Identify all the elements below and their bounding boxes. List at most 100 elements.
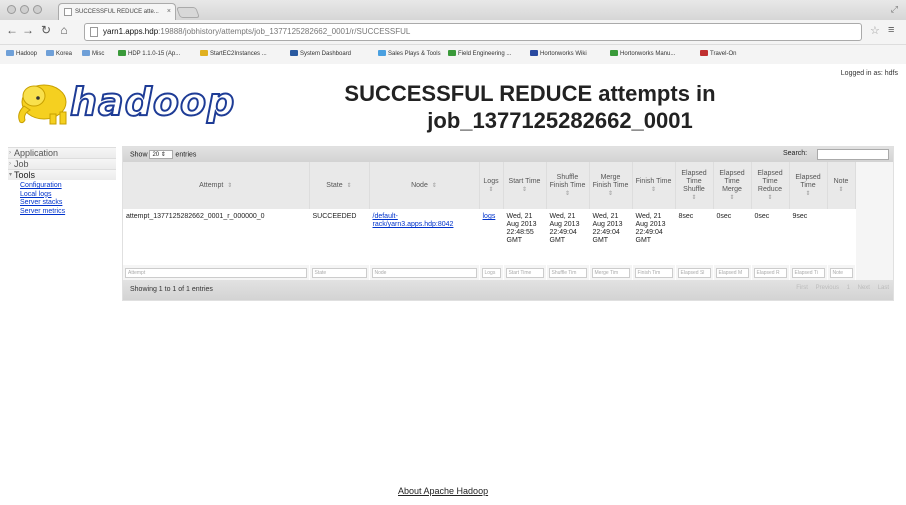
column-filter-input[interactable]: Logs <box>481 268 501 278</box>
column-filter-input[interactable]: Shuffle Tim <box>548 268 587 278</box>
forward-arrow-icon[interactable]: → <box>22 23 34 37</box>
filter-cell: Logs <box>479 265 504 281</box>
bookmark-folder-icon <box>118 50 126 56</box>
about-hadoop-link[interactable]: About Apache Hadoop <box>398 486 488 496</box>
column-header[interactable]: Note ⇕ <box>827 162 856 209</box>
new-tab-button[interactable] <box>175 7 201 18</box>
sort-icon: ⇕ <box>431 182 437 189</box>
pager-page-1[interactable]: 1 <box>847 285 850 291</box>
column-header[interactable]: Shuffle Finish Time ⇕ <box>546 162 590 209</box>
cell-start-time: Wed, 21 Aug 2013 22:48:55 GMT <box>503 209 547 265</box>
hadoop-logo[interactable]: hadoop <box>10 78 242 128</box>
bookmark-folder-icon <box>290 50 298 56</box>
bookmark-item[interactable]: HDP 1.1.0-15 (Ap... <box>118 50 180 57</box>
browser-tab[interactable]: SUCCESSFUL REDUCE atte... × <box>58 3 176 20</box>
column-filter-input[interactable]: Start Time <box>505 268 544 278</box>
filter-cell: State <box>309 265 370 281</box>
bookmark-item[interactable]: Travel-On <box>700 50 736 57</box>
column-header[interactable]: State ⇕ <box>309 162 370 209</box>
node-link[interactable]: /default-rack/yarn3.apps.hdp:8042 <box>373 213 454 228</box>
pager-last[interactable]: Last <box>878 285 889 291</box>
bookmark-label: Hortonworks Wiki <box>540 51 587 57</box>
column-filter-input[interactable]: Note <box>829 268 853 278</box>
column-header[interactable]: Elapsed Time Shuffle ⇕ <box>675 162 714 209</box>
bookmark-folder-icon <box>610 50 618 56</box>
bookmark-item[interactable]: Sales Plays & Tools <box>378 50 441 57</box>
zoom-window-button[interactable] <box>33 5 42 14</box>
bookmark-item[interactable]: StartEC2Instances ... <box>200 50 267 57</box>
sort-icon: ⇕ <box>607 190 614 197</box>
home-icon[interactable]: ⌂ <box>58 23 70 37</box>
column-header[interactable]: Attempt ⇕ <box>123 162 310 209</box>
reload-icon[interactable]: ↻ <box>40 23 52 37</box>
column-header[interactable]: Elapsed Time Reduce ⇕ <box>751 162 790 209</box>
sort-icon: ⇕ <box>346 182 352 189</box>
back-arrow-icon[interactable]: ← <box>6 23 18 37</box>
bookmark-item[interactable]: Korea <box>46 50 72 57</box>
sidebar-item-application[interactable]: › Application <box>8 147 116 158</box>
pager-next[interactable]: Next <box>858 285 870 291</box>
bookmark-item[interactable]: Hortonworks Manu... <box>610 50 675 57</box>
column-header[interactable]: Finish Time ⇕ <box>632 162 676 209</box>
bookmark-item[interactable]: Hadoop <box>6 50 37 57</box>
filter-row: Attempt State Node Logs Start Time Shuffle Ti… <box>123 265 856 281</box>
search-label: Search: <box>783 150 808 157</box>
column-header[interactable]: Logs ⇕ <box>479 162 504 209</box>
page-favicon-icon <box>64 8 72 16</box>
bookmark-item[interactable]: Misc <box>82 50 104 57</box>
table-info: Showing 1 to 1 of 1 entries <box>130 286 213 293</box>
link-configuration[interactable]: Configuration <box>20 182 116 191</box>
page-title: SUCCESSFUL REDUCE attempts in job_137712… <box>300 80 760 134</box>
bookmark-star-icon[interactable]: ☆ <box>870 24 880 37</box>
column-filter-input[interactable]: Elapsed Sl <box>677 268 711 278</box>
column-filter-input[interactable]: State <box>311 268 367 278</box>
column-filter-input[interactable]: Elapsed Ti <box>791 268 825 278</box>
tab-close-icon[interactable]: × <box>167 4 171 20</box>
sidebar-item-job[interactable]: › Job <box>8 158 116 169</box>
column-header[interactable]: Merge Finish Time ⇕ <box>589 162 633 209</box>
bookmark-folder-icon <box>448 50 456 56</box>
pager-first[interactable]: First <box>796 285 808 291</box>
address-bar[interactable]: yarn1.apps.hdp:19888/jobhistory/attempts… <box>84 23 862 41</box>
cell-elapsed-merge: 0sec <box>713 209 752 265</box>
column-filter-input[interactable]: Finish Tim <box>634 268 673 278</box>
filter-cell: Attempt <box>123 265 310 281</box>
page-length-select[interactable]: 20 ⇕ <box>149 150 174 159</box>
link-server-stacks[interactable]: Server stacks <box>20 199 116 208</box>
search-input[interactable] <box>817 149 889 160</box>
bookmark-label: System Dashboard <box>300 51 352 57</box>
logs-link[interactable]: logs <box>483 213 496 220</box>
tools-links: Configuration Local logs Server stacks S… <box>8 180 116 216</box>
filter-cell: Shuffle Tim <box>546 265 590 281</box>
close-window-button[interactable] <box>7 5 16 14</box>
column-header[interactable]: Node ⇕ <box>369 162 480 209</box>
link-server-metrics[interactable]: Server metrics <box>20 208 116 217</box>
bookmark-folder-icon <box>530 50 538 56</box>
bookmark-label: Korea <box>56 51 73 57</box>
menu-icon[interactable]: ≡ <box>888 24 894 36</box>
column-header[interactable]: Elapsed Time Merge ⇕ <box>713 162 752 209</box>
column-filter-input[interactable]: Elapsed M <box>715 268 749 278</box>
bookmark-item[interactable]: Field Engineering ... <box>448 50 511 57</box>
bookmark-item[interactable]: Hortonworks Wiki <box>530 50 587 57</box>
column-filter-input[interactable]: Merge Tim <box>591 268 630 278</box>
pager-previous[interactable]: Previous <box>816 285 839 291</box>
column-header[interactable]: Elapsed Time ⇕ <box>789 162 828 209</box>
sidebar-item-label: Tools <box>14 170 36 180</box>
column-filter-input[interactable]: Elapsed R <box>753 268 787 278</box>
column-header-label: Shuffle Finish Time <box>549 173 586 189</box>
fullscreen-icon[interactable]: ⤢ <box>891 4 898 15</box>
link-local-logs[interactable]: Local logs <box>20 191 116 200</box>
column-filter-input[interactable]: Node <box>371 268 477 278</box>
sort-icon: ⇕ <box>488 186 494 193</box>
bookmark-folder-icon <box>6 50 14 56</box>
sidebar-item-tools[interactable]: ▾ Tools <box>8 169 116 180</box>
bookmark-item[interactable]: System Dashboard <box>290 50 351 57</box>
sort-icon: ⇕ <box>227 182 233 189</box>
column-filter-input[interactable]: Attempt <box>125 268 307 278</box>
pagination: First Previous 1 Next Last <box>790 285 889 291</box>
minimize-window-button[interactable] <box>20 5 29 14</box>
entries-label: entries <box>175 151 197 159</box>
column-header[interactable]: Start Time ⇕ <box>503 162 547 209</box>
sort-icon: ⇕ <box>729 194 735 201</box>
